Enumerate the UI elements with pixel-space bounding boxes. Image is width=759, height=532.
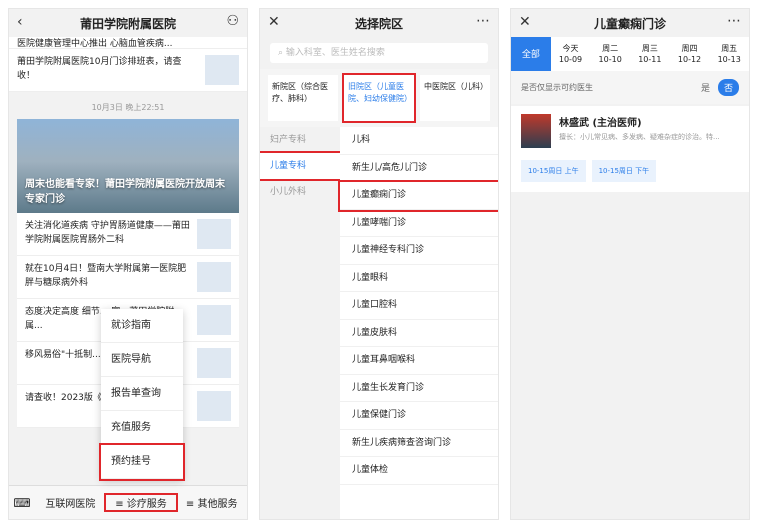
availability-toggle: 是否 — [693, 79, 739, 96]
department-item[interactable]: 儿童皮肤科 — [340, 320, 498, 347]
department-list: 儿科 新生儿/高危儿门诊 儿童癫痫门诊 儿童哮喘门诊 儿童神经专科门诊 儿童眼科… — [338, 127, 498, 519]
filter-label: 是否仅显示可约医生 — [521, 83, 593, 92]
thumbnail-image — [197, 305, 231, 335]
keyboard-icon[interactable]: ⌨ — [9, 496, 35, 510]
department-item[interactable]: 新生儿疾病筛查咨询门诊 — [340, 430, 498, 457]
department-item[interactable]: 儿科 — [340, 127, 498, 155]
timestamp: 10月3日 晚上22:51 — [91, 103, 165, 112]
more-icon[interactable]: ⋯ — [476, 13, 490, 29]
menu-item-recharge[interactable]: 充值服务 — [101, 411, 183, 445]
list-item[interactable]: 关注消化道疾病 守护胃肠道健康——莆田学院附属医院胃肠外二科 — [17, 213, 239, 256]
slot-button[interactable]: 10-15周日 上午 — [521, 160, 586, 182]
doctor-name: 林盛武 (主治医师) — [559, 118, 642, 129]
menu-item-appointment[interactable]: 预约挂号 — [99, 443, 185, 481]
top-bar: ✕ 儿童癫痫门诊 ⋯ — [511, 9, 749, 37]
date-tabs: 全部 今天 10-09 周二 10-10 周三 10-11 周四 10-12 周五 10-… — [511, 37, 749, 71]
menu-item-navigation[interactable]: 医院导航 — [101, 343, 183, 377]
hero-banner[interactable]: 周末也能看专家！莆田学院附属医院开放周末专家门诊 — [17, 119, 239, 213]
bottom-tab-bar: ⌨ 互联网医院 ≡ 诊疗服务 ≡ 其他服务 — [9, 485, 247, 519]
department-item[interactable]: 儿童眼科 — [340, 265, 498, 292]
department-item[interactable]: 儿童生长发育门诊 — [340, 375, 498, 402]
doctor-schedule-screen: ✕ 儿童癫痫门诊 ⋯ 全部 今天 10-09 周二 10-10 周三 10-11 周四… — [510, 8, 750, 520]
date-tab[interactable]: 周三 10-11 — [630, 37, 670, 71]
date-tab[interactable]: 全部 — [511, 37, 551, 71]
date-tab[interactable]: 周二 10-10 — [590, 37, 630, 71]
list-item[interactable]: 莆田学院附属医院10月门诊排班表，请查收！ — [9, 49, 247, 92]
department-item[interactable]: 儿童体检 — [340, 457, 498, 485]
doctor-card[interactable]: 林盛武 (主治医师) 擅长：小儿常见病、多发病、疑难杂症的诊治。特... — [511, 106, 749, 156]
top-bar: ‹ 莆田学院附属医院 ⚇ — [9, 9, 247, 37]
department-item[interactable]: 儿童保健门诊 — [340, 402, 498, 430]
category-item[interactable]: 儿童专科 — [260, 151, 342, 181]
toggle-yes[interactable]: 是 — [695, 79, 716, 96]
list-item[interactable]: 就在10月4日！暨南大学附属第一医院肥胖与糖尿病外科 — [17, 256, 239, 299]
thumbnail-image — [205, 55, 239, 85]
service-menu: 就诊指南 医院导航 报告单查询 充值服务 预约挂号 — [99, 309, 185, 481]
menu-item-guide[interactable]: 就诊指南 — [101, 309, 183, 343]
avatar — [521, 114, 551, 148]
slot-button[interactable]: 10-15周日 下午 — [591, 160, 657, 182]
thumbnail-image — [197, 262, 231, 292]
tab-internet-hospital[interactable]: 互联网医院 — [35, 495, 106, 510]
department-item[interactable]: 儿童哮喘门诊 — [340, 210, 498, 237]
tab-other-service[interactable]: ≡ 其他服务 — [176, 495, 247, 510]
thumbnail-image — [197, 219, 231, 249]
campus-tabs: 新院区（综合医疗、肺科） 旧院区（儿童医院、妇幼保健院） 中医院区（儿科） — [260, 69, 498, 127]
department-panel: 妇产专科 儿童专科 小儿外科 儿科 新生儿/高危儿门诊 儿童癫痫门诊 儿童哮喘门… — [260, 127, 498, 519]
category-item[interactable]: 小儿外科 — [260, 179, 340, 205]
page-title: 选择院区 — [354, 16, 403, 31]
date-tab[interactable]: 周四 10-12 — [670, 37, 710, 71]
campus-tcm[interactable]: 中医院区（儿科） — [420, 75, 490, 121]
category-item[interactable]: 妇产专科 — [260, 127, 340, 153]
list-item[interactable]: 医院健康管理中心推出 心脑血管疾病... — [9, 37, 247, 49]
campus-old[interactable]: 旧院区（儿童医院、妇幼保健院） — [342, 73, 416, 123]
menu-item-report[interactable]: 报告单查询 — [101, 377, 183, 411]
back-icon[interactable]: ‹ — [17, 14, 23, 30]
profile-icon[interactable]: ⚇ — [226, 13, 239, 29]
hero-title: 周末也能看专家！莆田学院附属医院开放周末专家门诊 — [25, 179, 225, 205]
search-icon: ⌕ — [278, 48, 286, 58]
tab-medical-service[interactable]: ≡ 诊疗服务 — [103, 493, 179, 512]
department-categories: 妇产专科 儿童专科 小儿外科 — [260, 127, 342, 519]
department-item[interactable]: 儿童神经专科门诊 — [340, 237, 498, 265]
department-item[interactable]: 儿童口腔科 — [340, 292, 498, 320]
top-bar: ✕ 选择院区 ⋯ — [260, 9, 498, 37]
date-tab[interactable]: 今天 10-09 — [551, 37, 591, 71]
campus-select-screen: ✕ 选择院区 ⋯ ⌕ 输入科室、医生姓名搜索 新院区（综合医疗、肺科） 旧院区（… — [259, 8, 499, 520]
campus-new[interactable]: 新院区（综合医疗、肺科） — [268, 75, 338, 121]
thumbnail-image — [197, 391, 231, 421]
page-title: 儿童癫痫门诊 — [593, 16, 666, 31]
more-icon[interactable]: ⋯ — [727, 13, 741, 29]
department-item[interactable]: 新生儿/高危儿门诊 — [340, 155, 498, 182]
toggle-no[interactable]: 否 — [717, 79, 739, 96]
availability-filter: 是否仅显示可约医生 是否 — [511, 71, 749, 104]
search-input[interactable]: ⌕ 输入科室、医生姓名搜索 — [270, 43, 488, 63]
department-item[interactable]: 儿童耳鼻咽喉科 — [340, 347, 498, 375]
department-item[interactable]: 儿童癫痫门诊 — [338, 180, 498, 212]
time-slots: 10-15周日 上午 10-15周日 下午 — [511, 156, 749, 192]
close-icon[interactable]: ✕ — [519, 14, 531, 30]
date-tab[interactable]: 周五 10-13 — [709, 37, 749, 71]
doctor-specialty: 擅长：小儿常见病、多发病、疑难杂症的诊治。特... — [559, 133, 720, 141]
close-icon[interactable]: ✕ — [268, 14, 280, 30]
home-screen: ‹ 莆田学院附属医院 ⚇ 医院健康管理中心推出 心脑血管疾病... 莆田学院附属… — [8, 8, 248, 520]
page-title: 莆田学院附属医院 — [79, 16, 176, 31]
thumbnail-image — [197, 348, 231, 378]
